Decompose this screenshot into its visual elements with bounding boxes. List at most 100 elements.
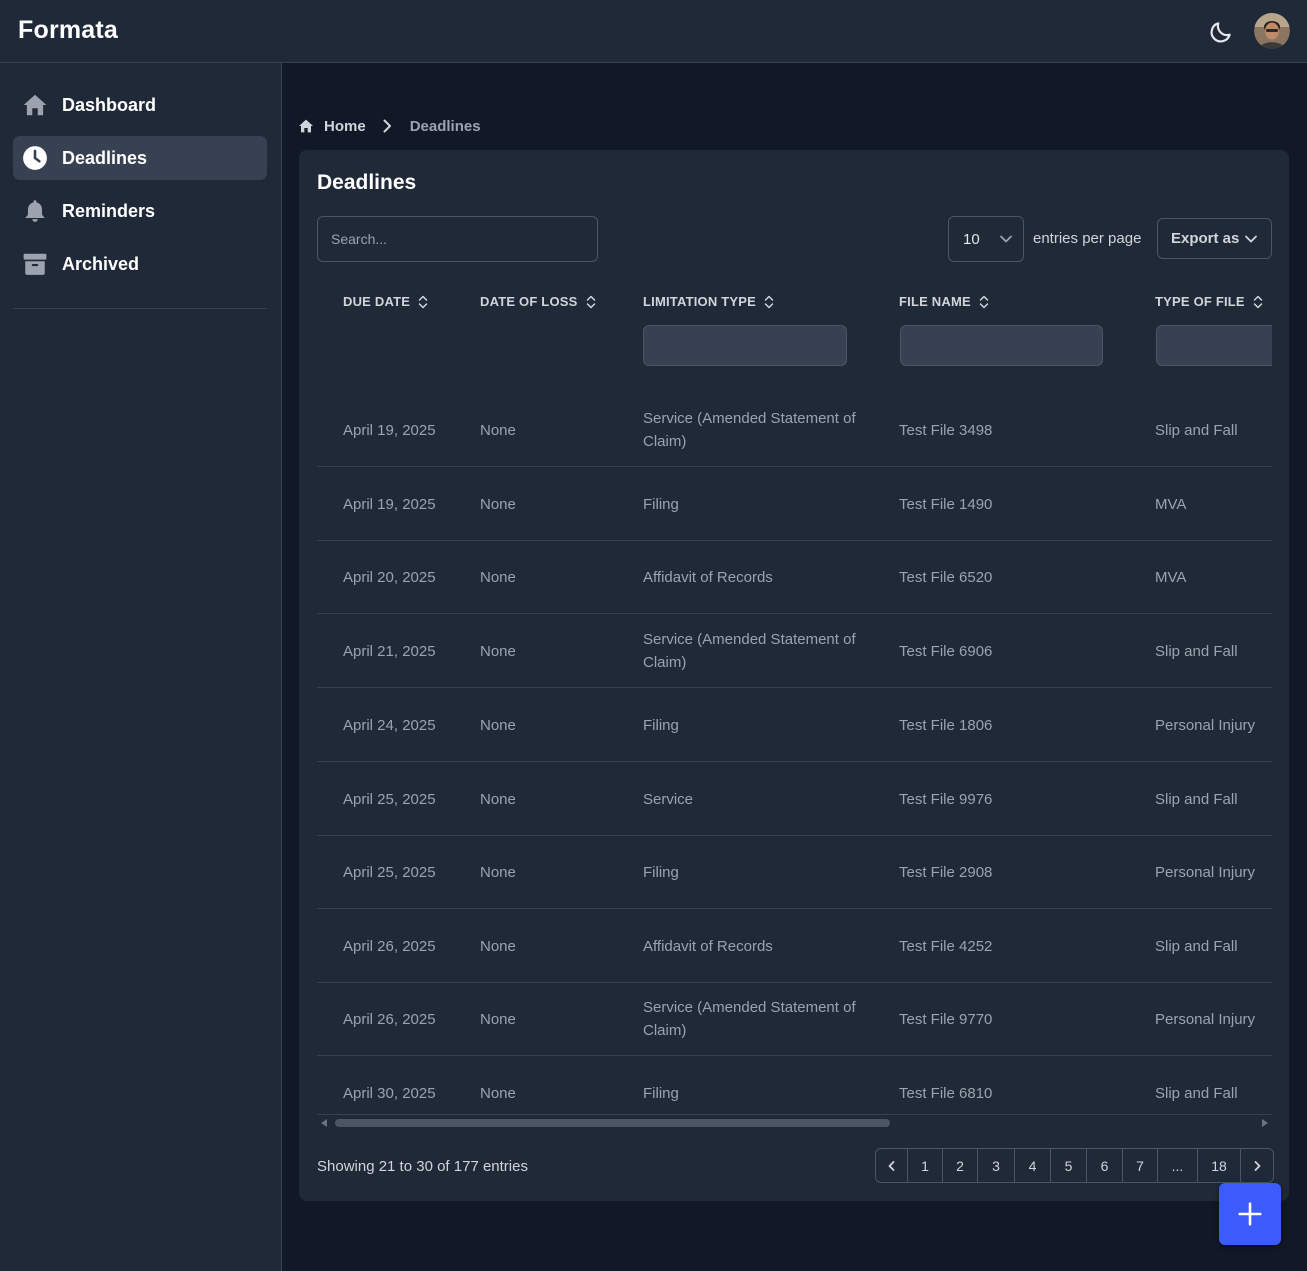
type-of-file-cell: Slip and Fall (1155, 790, 1238, 808)
sort-icon (418, 295, 428, 308)
column-header-file-name[interactable]: FILE NAME (899, 294, 990, 309)
column-header-label: DUE DATE (343, 294, 411, 309)
sort-icon (764, 295, 774, 308)
type-of-file-cell: Personal Injury (1155, 1010, 1256, 1028)
file-name-cell: Test File 9770 (899, 1010, 993, 1028)
home-icon[interactable] (298, 118, 314, 134)
breadcrumb: Home Deadlines (298, 116, 481, 136)
pagination-page-18[interactable]: 18 (1198, 1149, 1241, 1182)
brand-logo[interactable]: Formata (18, 16, 118, 45)
table-row[interactable]: April 20, 2025 None Affidavit of Records Te… (317, 541, 1272, 614)
date-of-loss-cell: None (480, 1084, 516, 1102)
add-deadline-button[interactable] (1219, 1183, 1281, 1245)
limitation-type-cell: Affidavit of Records (643, 568, 773, 586)
sidebar-divider (13, 308, 267, 309)
moon-icon[interactable] (1208, 19, 1234, 45)
sidebar-item-dashboard[interactable]: Dashboard (13, 83, 267, 127)
entries-per-page-label: entries per page (1033, 230, 1142, 247)
column-header-label: TYPE OF FILE (1155, 294, 1245, 309)
sort-icon (979, 295, 989, 308)
sidebar-item-reminders[interactable]: Reminders (13, 189, 267, 233)
scrollbar-thumb[interactable] (335, 1119, 890, 1127)
chevron-right-icon (380, 119, 394, 133)
column-header-label: DATE OF LOSS (480, 294, 578, 309)
pagination-page-6[interactable]: 6 (1087, 1149, 1123, 1182)
table-row[interactable]: April 24, 2025 None Filing Test File 1806 Pe… (317, 689, 1272, 762)
table-row[interactable]: April 19, 2025 None Service (Amended State… (317, 394, 1272, 467)
export-button[interactable]: Export as (1157, 218, 1272, 259)
breadcrumb-current: Deadlines (409, 117, 481, 135)
chevron-down-icon (999, 232, 1013, 246)
column-header-type-of-file[interactable]: TYPE OF FILE (1155, 294, 1264, 309)
due-date-cell: April 21, 2025 (343, 642, 436, 660)
search-input[interactable] (317, 216, 598, 262)
table-row[interactable]: April 19, 2025 None Filing Test File 1490 MV… (317, 468, 1272, 541)
sort-icon (1253, 295, 1263, 308)
table-row[interactable]: April 21, 2025 None Service (Amended State… (317, 615, 1272, 688)
due-date-cell: April 24, 2025 (343, 716, 436, 734)
sort-icon (586, 295, 595, 308)
date-of-loss-cell: None (480, 937, 516, 955)
table-row[interactable]: April 25, 2025 None Filing Test File 2908 Pe… (317, 836, 1272, 909)
limitation-type-cell: Service (Amended Statement of Claim) (643, 631, 856, 671)
scroll-left-icon[interactable] (321, 1119, 327, 1127)
entries-per-page-select[interactable]: 10 (948, 216, 1024, 262)
due-date-cell: April 30, 2025 (343, 1084, 436, 1102)
file-name-cell: Test File 3498 (899, 421, 993, 439)
pagination-page-2[interactable]: 2 (943, 1149, 978, 1182)
limitation-type-cell: Filing (643, 716, 679, 734)
pagination-page-3[interactable]: 3 (978, 1149, 1015, 1182)
type-of-file-cell: Personal Injury (1155, 716, 1256, 734)
type-of-file-cell: Slip and Fall (1155, 642, 1238, 660)
entries-per-page-value: 10 (963, 230, 980, 248)
column-header-limitation-type[interactable]: LIMITATION TYPE (643, 294, 775, 309)
pagination-ellipsis: ... (1158, 1149, 1198, 1182)
column-header-label: LIMITATION TYPE (643, 294, 757, 309)
horizontal-scrollbar[interactable] (317, 1114, 1272, 1130)
filter-type-of-file-input[interactable] (1156, 325, 1272, 366)
page-title: Deadlines (317, 171, 417, 194)
type-of-file-cell: Slip and Fall (1155, 937, 1238, 955)
plus-icon (1238, 1202, 1262, 1226)
home-icon (21, 91, 49, 119)
date-of-loss-cell: None (480, 1010, 516, 1028)
type-of-file-cell: Personal Injury (1155, 863, 1256, 881)
user-avatar[interactable] (1254, 13, 1290, 49)
due-date-cell: April 26, 2025 (343, 1010, 436, 1028)
due-date-cell: April 19, 2025 (343, 421, 436, 439)
scroll-right-icon[interactable] (1262, 1119, 1268, 1127)
table-row[interactable]: April 25, 2025 None Service Test File 9976 S… (317, 763, 1272, 836)
file-name-cell: Test File 9976 (899, 790, 993, 808)
chevron-left-icon (888, 1160, 894, 1171)
column-header-date-of-loss[interactable]: DATE OF LOSS (480, 294, 597, 309)
date-of-loss-cell: None (480, 421, 516, 439)
pagination-page-4[interactable]: 4 (1015, 1149, 1051, 1182)
type-of-file-cell: MVA (1155, 568, 1187, 586)
breadcrumb-home-link[interactable]: Home (324, 118, 366, 135)
filter-file-name-input[interactable] (900, 325, 1103, 366)
date-of-loss-cell: None (480, 716, 516, 734)
limitation-type-cell: Filing (643, 495, 679, 513)
sidebar-item-label: Dashboard (62, 94, 157, 115)
type-of-file-cell: MVA (1155, 495, 1187, 513)
filter-limitation-type-input[interactable] (643, 325, 847, 366)
table-row[interactable]: April 30, 2025 None Filing Test File 6810 Sl… (317, 1057, 1272, 1114)
pagination-next-button[interactable] (1241, 1149, 1273, 1182)
sidebar-item-deadlines[interactable]: Deadlines (13, 136, 267, 180)
bell-icon (21, 197, 49, 225)
file-name-cell: Test File 6520 (899, 568, 993, 586)
column-header-due-date[interactable]: DUE DATE (343, 294, 429, 309)
pagination-page-1[interactable]: 1 (908, 1149, 943, 1182)
pagination-page-5[interactable]: 5 (1051, 1149, 1087, 1182)
table-row[interactable]: April 26, 2025 None Affidavit of Records Te… (317, 910, 1272, 983)
chevron-down-icon (1244, 232, 1258, 246)
table-row[interactable]: April 26, 2025 None Service (Amended State… (317, 983, 1272, 1056)
due-date-cell: April 26, 2025 (343, 937, 436, 955)
due-date-cell: April 19, 2025 (343, 495, 436, 513)
file-name-cell: Test File 6810 (899, 1084, 993, 1102)
limitation-type-cell: Service (Amended Statement of Claim) (643, 999, 856, 1039)
pagination-prev-button[interactable] (876, 1149, 908, 1182)
clock-icon (21, 144, 49, 172)
pagination-page-7[interactable]: 7 (1123, 1149, 1158, 1182)
sidebar-item-archived[interactable]: Archived (13, 242, 267, 286)
